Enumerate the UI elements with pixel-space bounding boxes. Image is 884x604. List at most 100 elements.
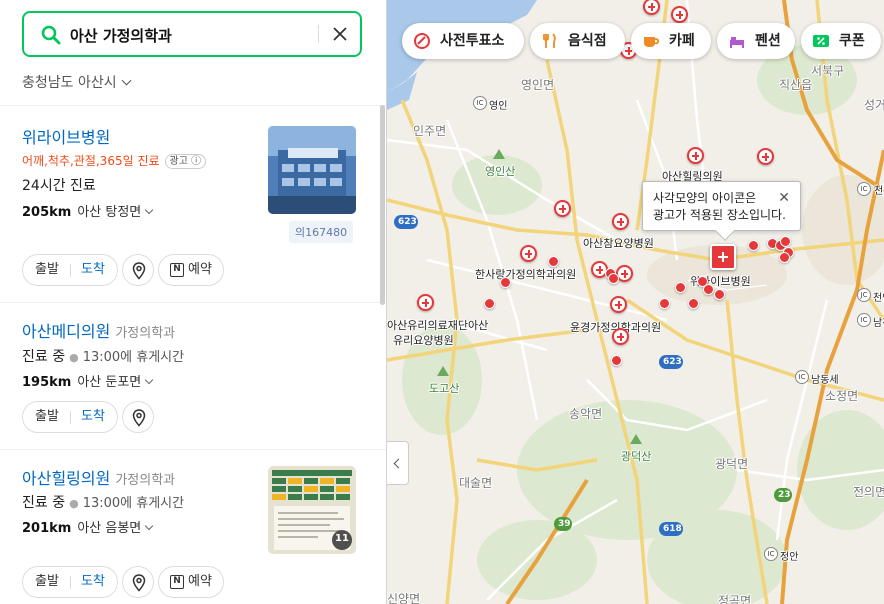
result-name[interactable]: 위라이브병원 [22, 124, 110, 148]
show-on-map-button[interactable] [122, 566, 154, 598]
arrive-button[interactable]: 도착 [81, 402, 105, 432]
review-count[interactable]: 의167480 [289, 221, 354, 243]
depart-button[interactable]: 출발 [35, 567, 59, 597]
result-promo: 어깨,척추,관절,365일 진료 광고 ⓘ [22, 152, 207, 169]
place-dot[interactable] [748, 240, 759, 251]
arrive-button[interactable]: 도착 [81, 255, 105, 285]
result-category: 가정의학과 [115, 473, 176, 488]
place-dot[interactable] [548, 256, 559, 267]
ic-badge: IC [857, 182, 871, 196]
route-shield: 618 [659, 522, 683, 536]
result-distance-row[interactable]: 201km 아산 음봉면 [22, 517, 154, 536]
hospital-marker[interactable] [687, 147, 704, 164]
route-button[interactable]: 출발 도착 [22, 566, 118, 598]
filter-chip-label: 쿠폰 [839, 33, 865, 49]
chevron-down-icon [145, 205, 154, 215]
map-label: 영인면 [521, 78, 555, 92]
photo-count-badge: 11 [335, 533, 349, 544]
place-dot[interactable] [779, 252, 790, 263]
place-dot[interactable] [500, 277, 511, 288]
collapse-panel-button[interactable] [387, 441, 409, 485]
ad-hospital-pin-welive[interactable] [710, 244, 736, 270]
hospital-marker[interactable] [612, 213, 629, 230]
place-dot[interactable] [675, 282, 686, 293]
filter-chip-label: 카페 [669, 33, 695, 49]
map-label: 아산유리의료재단아산 [387, 319, 489, 332]
result-distance-row[interactable]: 195km 아산 둔포면 [22, 371, 154, 390]
search-input[interactable]: 아산 가정의학과 [70, 25, 172, 46]
map-label: 서북구 [811, 64, 845, 78]
hospital-marker[interactable] [671, 6, 688, 23]
place-dot[interactable] [688, 298, 699, 309]
map-search-app: 아산 가정의학과 충청남도 아산시 위라이브병원 어깨,척추,관절,365일 진… [0, 0, 884, 604]
place-dot[interactable] [484, 298, 495, 309]
result-thumbnail[interactable] [268, 126, 356, 214]
hospital-marker[interactable] [417, 294, 434, 311]
route-shield: 23 [774, 488, 792, 502]
result-thumbnail[interactable]: 11 [268, 466, 356, 554]
route-button[interactable]: 출발 도착 [22, 401, 118, 433]
booking-label: 예약 [188, 574, 212, 589]
region-selector[interactable]: 충청남도 아산시 [22, 72, 132, 92]
route-divider [70, 576, 71, 589]
map-pin-icon [132, 574, 146, 592]
booking-button[interactable]: N 예약 [158, 566, 224, 598]
map-label: 정안 [780, 552, 799, 563]
result-item-welive[interactable]: 위라이브병원 어깨,척추,관절,365일 진료 광고 ⓘ 24시간 진료 205k… [0, 106, 386, 302]
result-item-asan-medi[interactable]: 아산메디의원 가정의학과 진료 중 ● 13:00에 휴게시간 195km 아산 둔포면… [0, 303, 386, 449]
result-name[interactable]: 아산메디의원 [22, 322, 110, 341]
chevron-down-icon [145, 521, 154, 531]
result-distance-row[interactable]: 205km 아산 탕정면 [22, 201, 154, 220]
result-break-time: 13:00에 휴게시간 [82, 496, 185, 511]
route-button[interactable]: 출발 도착 [22, 254, 118, 286]
result-actions: 출발 도착 N 예약 [22, 254, 232, 286]
booking-button[interactable]: N 예약 [158, 254, 224, 286]
map-label: 직산읍 [779, 78, 813, 92]
utensils-icon [543, 33, 556, 48]
map-view[interactable]: 623 623 618 39 23 IC JC IC IC IC IC 영인면 … [387, 0, 884, 604]
place-dot[interactable] [780, 236, 791, 247]
route-shield: 623 [394, 215, 418, 229]
filter-chip-restaurant[interactable]: 음식점 [530, 23, 625, 59]
hospital-marker[interactable] [610, 296, 627, 313]
clear-search-icon[interactable] [330, 24, 350, 44]
result-status: 진료 중 [22, 495, 66, 511]
show-on-map-button[interactable] [122, 254, 154, 286]
result-address: 아산 탕정면 [77, 205, 142, 220]
map-label: 광덕산 [621, 450, 652, 463]
depart-button[interactable]: 출발 [35, 402, 59, 432]
cup-icon [644, 37, 660, 47]
search-box[interactable]: 아산 가정의학과 [22, 11, 362, 57]
result-category: 가정의학과 [115, 326, 176, 341]
hospital-marker[interactable] [554, 200, 571, 217]
filter-chip-pension[interactable]: 펜션 [717, 23, 795, 59]
ad-badge[interactable]: 광고 ⓘ [164, 154, 207, 169]
hospital-marker[interactable] [757, 148, 774, 165]
result-item-asan-healing[interactable]: 아산힐링의원 가정의학과 진료 중 ● 13:00에 휴게시간 201km 아산 음봉면 [0, 450, 386, 604]
filter-chip-vote[interactable]: 사전투표소 [402, 23, 524, 59]
map-label: 천안 [873, 293, 884, 304]
result-name-row: 아산힐링의원 가정의학과 [22, 465, 175, 489]
results-scrollbar[interactable] [380, 105, 385, 305]
place-dot[interactable] [659, 298, 670, 309]
map-label: 영인산 [485, 165, 516, 178]
depart-button[interactable]: 출발 [35, 255, 59, 285]
booking-label: 예약 [188, 262, 212, 277]
route-divider [70, 264, 71, 277]
place-dot[interactable] [608, 273, 619, 284]
result-name[interactable]: 아산힐링의원 [22, 469, 110, 488]
hospital-marker[interactable] [520, 245, 537, 262]
result-actions: 출발 도착 [22, 401, 162, 433]
map-label: 유리요양병원 [393, 334, 454, 347]
close-icon[interactable]: ✕ [778, 190, 790, 207]
place-dot[interactable] [714, 289, 725, 300]
hospital-marker[interactable] [612, 328, 629, 345]
place-dot[interactable] [611, 355, 622, 366]
arrive-button[interactable]: 도착 [81, 567, 105, 597]
place-dot[interactable] [703, 284, 714, 295]
filter-chip-cafe[interactable]: 카페 [631, 23, 711, 59]
filter-chip-coupon[interactable]: 쿠폰 [801, 23, 881, 59]
show-on-map-button[interactable] [122, 401, 154, 433]
map-label: 남동세 [811, 375, 839, 386]
map-label: 성거 [864, 98, 884, 112]
